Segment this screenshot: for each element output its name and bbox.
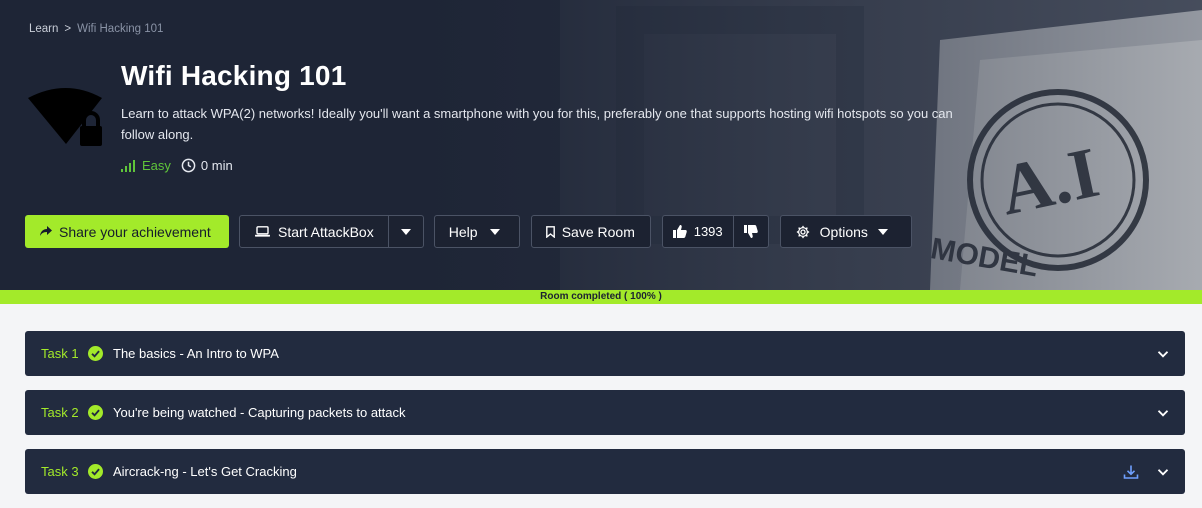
downvote-button[interactable] [734,216,768,247]
task-title: The basics - An Intro to WPA [113,346,279,361]
duration: 0 min [181,158,233,173]
room-meta: Easy 0 min [121,158,233,173]
caret-down-icon [489,228,500,235]
caret-down-icon [877,228,888,235]
save-room-button[interactable]: Save Room [530,215,651,248]
room-description: Learn to attack WPA(2) networks! Ideally… [121,106,953,142]
room-progress-bar: Room completed ( 100% ) [0,290,1202,304]
breadcrumb-current: Wifi Hacking 101 [77,23,164,35]
task-row-1[interactable]: Task 1 The basics - An Intro to WPA [25,331,1185,376]
wifi-lock-icon [28,88,102,146]
download-icon[interactable] [1123,464,1139,480]
difficulty-label: Easy [142,158,171,173]
help-label: Help [448,223,478,240]
clock-icon [181,158,196,173]
laptop-icon [255,226,270,237]
task-number: Task 3 [41,464,79,479]
progress-label: Room completed ( 100% ) [540,291,662,302]
share-achievement-button[interactable]: Share your achievement [25,215,229,248]
task-title: Aircrack-ng - Let's Get Cracking [113,464,297,479]
room-header: A.I MODEL Learn > Wifi Hacking 101 Wifi … [0,0,1202,290]
check-circle-icon [88,346,103,361]
start-attackbox-label: Start AttackBox [278,223,374,240]
task-title: You're being watched - Capturing packets… [113,405,406,420]
chevron-down-icon[interactable] [1157,407,1169,419]
bookmark-icon [545,225,555,238]
task-number: Task 2 [41,405,79,420]
attackbox-dropdown-toggle[interactable] [389,216,423,247]
thumbs-up-icon [672,225,687,238]
room-title: Wifi Hacking 101 [121,60,347,91]
chevron-down-icon[interactable] [1157,466,1169,478]
check-circle-icon [88,405,103,420]
duration-label: 0 min [200,158,233,173]
vote-group: 1393 [661,215,769,248]
chevron-down-icon[interactable] [1157,348,1169,360]
room-actions: Share your achievement Start AttackBox H… [25,215,912,248]
task-number: Task 1 [41,346,79,361]
task-row-3[interactable]: Task 3 Aircrack-ng - Let's Get Cracking [25,449,1185,494]
start-attackbox-button[interactable]: Start AttackBox [240,216,389,247]
help-dropdown-button[interactable]: Help [433,215,520,248]
thumbs-down-icon [743,225,758,238]
upvote-button[interactable]: 1393 [663,216,734,247]
gear-icon [796,225,809,238]
share-achievement-label: Share your achievement [59,223,211,240]
caret-down-icon [400,228,411,235]
signal-bars-icon [121,159,135,172]
options-label: Options [819,223,868,240]
save-room-label: Save Room [561,223,635,240]
check-circle-icon [88,464,103,479]
difficulty: Easy [121,158,171,173]
share-icon [40,226,52,236]
breadcrumb-separator: > [64,23,72,35]
breadcrumb: Learn > Wifi Hacking 101 [29,23,163,35]
upvote-count: 1393 [693,224,723,239]
task-row-2[interactable]: Task 2 You're being watched - Capturing … [25,390,1185,435]
attackbox-button-group: Start AttackBox [239,215,424,248]
options-dropdown-button[interactable]: Options [779,215,912,248]
breadcrumb-learn-link[interactable]: Learn [29,23,58,35]
